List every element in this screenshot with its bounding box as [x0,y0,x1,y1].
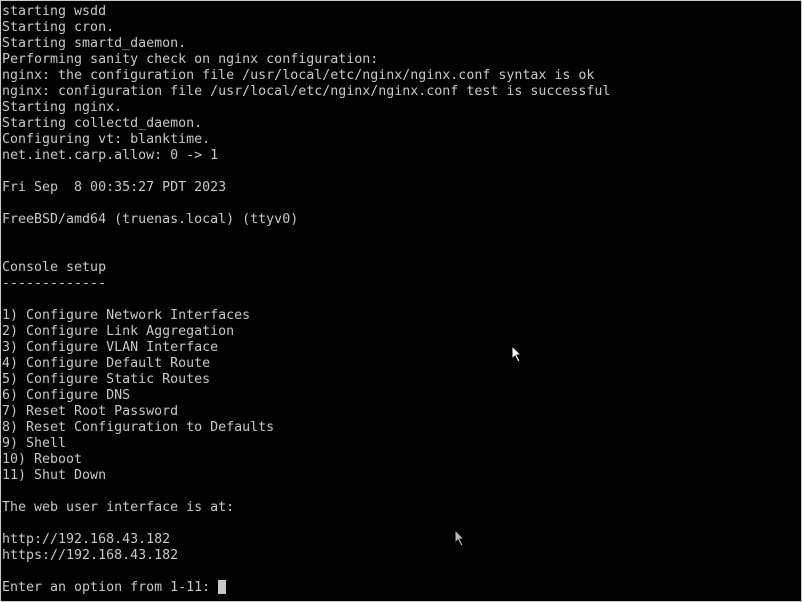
console-line: starting wsdd [2,4,107,19]
console-line: 8) Reset Configuration to Defaults [2,420,275,435]
console-line: 2) Configure Link Aggregation [2,324,235,339]
console-line: 10) Reboot [2,452,83,467]
console-line: nginx: the configuration file /usr/local… [2,68,595,83]
mouse-pointer-icon-secondary [454,529,466,547]
console-line: 5) Configure Static Routes [2,372,211,387]
prompt-text: Enter an option from 1-11: [2,580,219,595]
console-line: 7) Reset Root Password [2,404,179,419]
text-cursor [218,580,227,594]
console-line: net.inet.carp.allow: 0 -> 1 [2,148,219,163]
console-line: Starting nginx. [2,100,123,115]
console-line: 9) Shell [2,436,67,451]
console-line: Console setup [2,260,107,275]
console-line: The web user interface is at: [2,500,235,515]
console-line: Fri Sep 8 00:35:27 PDT 2023 [2,180,227,195]
console-line: Starting collectd_daemon. [2,116,203,131]
terminal-screen[interactable]: starting wsdd Starting cron. Starting smar… [0,0,802,602]
mouse-pointer-icon [511,345,523,363]
console-line: nginx: configuration file /usr/local/etc… [2,84,611,99]
console-line: 11) Shut Down [2,468,107,483]
console-line: 1) Configure Network Interfaces [2,308,251,323]
console-line: ------------- [2,276,107,291]
console-line: http://192.168.43.182 [2,532,171,547]
prompt-line[interactable]: Enter an option from 1-11: [2,580,610,596]
console-output: starting wsdd Starting cron. Starting smar… [2,4,610,596]
console-line: Starting cron. [2,20,115,35]
console-line: Starting smartd_daemon. [2,36,187,51]
console-line: https://192.168.43.182 [2,548,179,563]
console-line: Performing sanity check on nginx configu… [2,52,379,67]
console-line: FreeBSD/amd64 (truenas.local) (ttyv0) [2,212,299,227]
console-line: 6) Configure DNS [2,388,131,403]
console-line: Configuring vt: blanktime. [2,132,211,147]
